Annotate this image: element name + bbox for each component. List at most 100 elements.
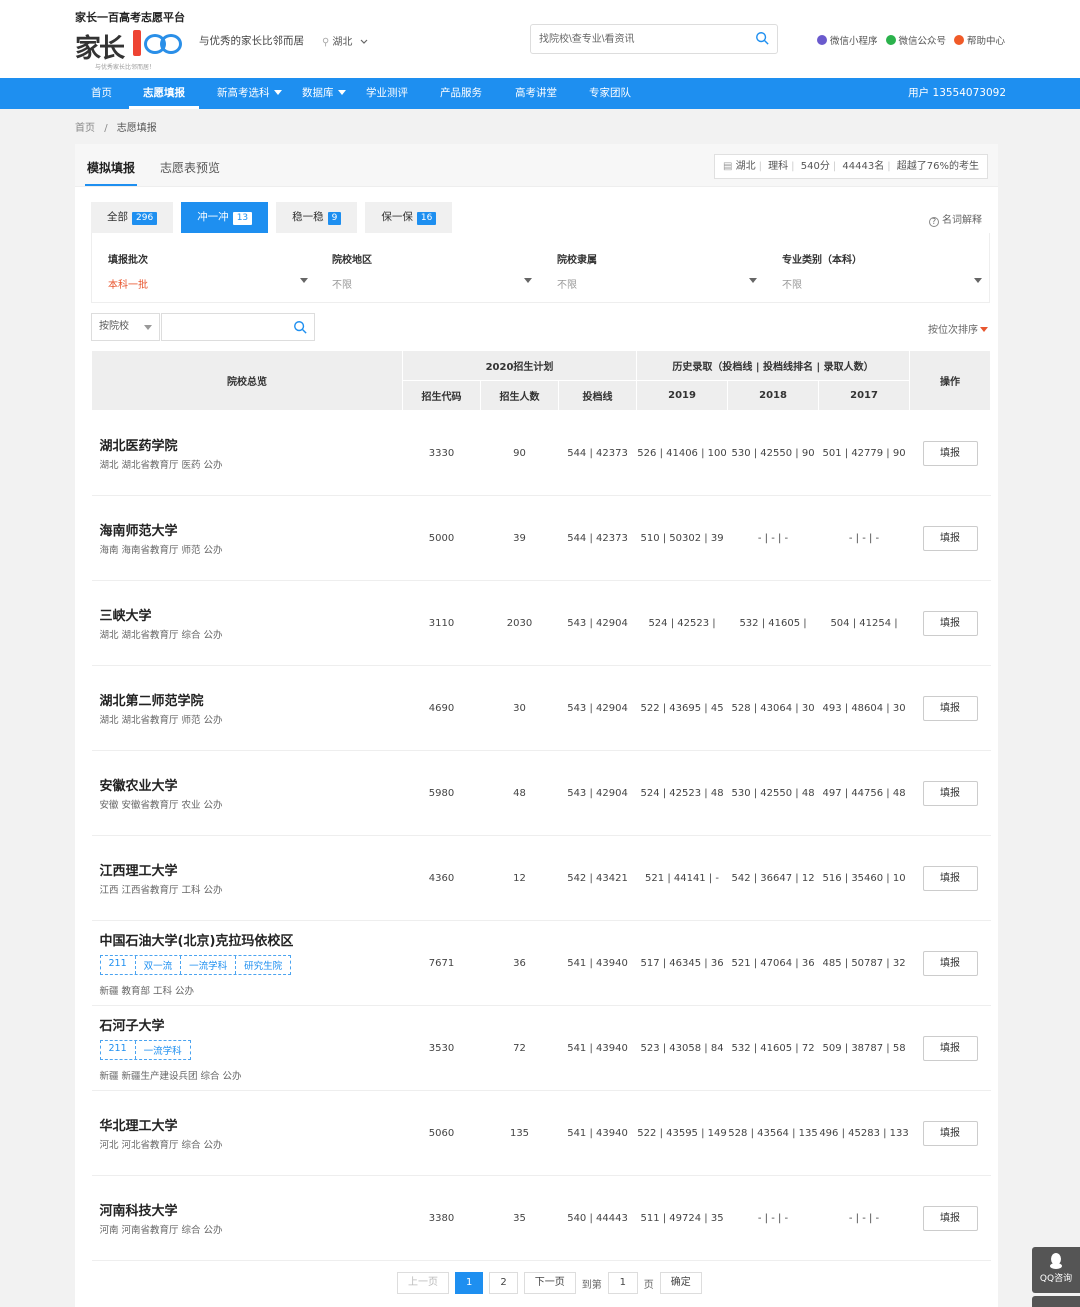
school-search-input[interactable]: [161, 313, 315, 341]
nav-item-products[interactable]: 产品服务: [440, 78, 482, 109]
search-icon[interactable]: [293, 320, 307, 334]
help-center-link[interactable]: 帮助中心: [954, 33, 1005, 47]
info-subject: 理科: [768, 161, 789, 172]
caret-down-icon: [524, 278, 532, 283]
prev-page-button[interactable]: 上一页: [397, 1272, 449, 1294]
action-cell: 填报: [909, 495, 991, 581]
location-selector[interactable]: ⚲ 湖北: [322, 33, 368, 48]
fill-button[interactable]: 填报: [922, 695, 978, 721]
school-cell: 三峡大学 湖北 湖北省教育厅 综合 公办: [91, 580, 403, 666]
goto-page-input[interactable]: 1: [607, 1272, 638, 1294]
glossary-link[interactable]: ? 名词解释: [929, 211, 982, 227]
school-meta: 新疆 教育部 工科 公办: [99, 985, 195, 997]
enroll-count: 2030: [480, 580, 559, 666]
qq-consult-button[interactable]: QQ咨询: [1032, 1247, 1080, 1293]
history-2017: 485 | 50787 | 32: [818, 920, 910, 1006]
user-account[interactable]: 用户 13554073092: [908, 78, 1006, 109]
filter-tab-safe[interactable]: 保一保 16: [365, 202, 453, 233]
nav-item-lectures[interactable]: 高考讲堂: [515, 78, 557, 109]
side-widget[interactable]: [1032, 1296, 1080, 1307]
school-cell: 中国石油大学(北京)克拉玛依校区 211 双一流 一流学科 研究生院新疆 教育部 工科 …: [91, 920, 403, 1006]
school-name[interactable]: 江西理工大学: [100, 860, 403, 879]
caret-down-icon: [749, 278, 757, 283]
school-name[interactable]: 河南科技大学: [100, 1200, 403, 1219]
fill-button[interactable]: 填报: [922, 950, 978, 976]
filter-batch[interactable]: 填报批次 本科一批: [108, 251, 308, 291]
filter-region[interactable]: 院校地区 不限: [332, 251, 532, 291]
school-name[interactable]: 华北理工大学: [100, 1115, 403, 1134]
school-name[interactable]: 安徽农业大学: [100, 775, 403, 794]
school-name[interactable]: 海南师范大学: [100, 520, 403, 539]
history-2019: 524 | 42523 |: [636, 580, 728, 666]
history-2018: 542 | 36647 | 12: [727, 835, 819, 921]
school-name[interactable]: 三峡大学: [100, 605, 403, 624]
nav-item-assessment[interactable]: 学业测评: [366, 78, 408, 109]
search-type-select[interactable]: 按院校: [91, 313, 160, 341]
filter-tab-label: 保一保: [381, 211, 413, 223]
enroll-code: 5980: [402, 750, 481, 836]
table-row: 安徽农业大学 安徽 安徽省教育厅 农业 公办 5980 48 543 | 42904 52…: [91, 750, 991, 836]
breadcrumb-home[interactable]: 首页: [75, 123, 95, 134]
history-2018: 530 | 42550 | 90: [727, 410, 819, 496]
history-2017: 509 | 38787 | 58: [818, 1005, 910, 1091]
fill-button[interactable]: 填报: [922, 440, 978, 466]
glossary-label: 名词解释: [942, 215, 982, 226]
nav-item-subject-selection[interactable]: 新高考选科: [217, 78, 282, 109]
fill-button[interactable]: 填报: [922, 865, 978, 891]
next-page-button[interactable]: 下一页: [523, 1272, 576, 1294]
school-tags: 211 双一流 一流学科 研究生院: [99, 954, 292, 975]
goto-label: 到第: [581, 1279, 602, 1291]
nav-item-experts[interactable]: 专家团队: [589, 78, 631, 109]
filter-tab-all[interactable]: 全部 296: [91, 202, 174, 233]
header-count: 招生人数: [480, 380, 559, 411]
school-name[interactable]: 湖北第二师范学院: [100, 690, 403, 709]
admission-line: 544 | 42373: [558, 410, 637, 496]
fill-button[interactable]: 填报: [922, 1205, 978, 1231]
filter-major-category[interactable]: 专业类别（本科） 不限: [782, 251, 982, 291]
history-2018: 528 | 43564 | 135: [727, 1090, 819, 1176]
school-tag: 研究生院: [244, 960, 283, 972]
caret-down-icon: [980, 327, 988, 332]
mini-program-link[interactable]: 微信小程序: [817, 33, 878, 47]
tab-preview[interactable]: 志愿表预览: [160, 159, 220, 176]
school-cell: 河南科技大学 河南 河南省教育厅 综合 公办: [91, 1175, 403, 1261]
enroll-code: 3330: [402, 410, 481, 496]
logo[interactable]: 家长 与优秀家长比邻而居！: [75, 26, 185, 71]
caret-down-icon: [144, 325, 152, 330]
nav-item-volunteer[interactable]: 志愿填报: [129, 78, 199, 109]
history-2018: - | - | -: [727, 1175, 819, 1261]
fill-button[interactable]: 填报: [922, 610, 978, 636]
page-1-button[interactable]: 1: [455, 1272, 484, 1294]
goto-confirm-button[interactable]: 确定: [659, 1272, 702, 1294]
school-tags: 211 一流学科: [99, 1039, 191, 1060]
wechat-official-label: 微信公众号: [898, 36, 947, 47]
fill-button[interactable]: 填报: [922, 1035, 978, 1061]
school-name[interactable]: 湖北医药学院: [100, 435, 403, 454]
rank-sort-toggle[interactable]: 按位次排序: [928, 321, 988, 336]
caret-down-icon: [974, 278, 982, 283]
fill-button[interactable]: 填报: [922, 1120, 978, 1146]
wechat-official-link[interactable]: 微信公众号: [885, 33, 947, 47]
page-2-button[interactable]: 2: [489, 1272, 518, 1294]
search-input[interactable]: [531, 25, 741, 53]
nav-item-home[interactable]: 首页: [91, 78, 112, 109]
history-2017: 516 | 35460 | 10: [818, 835, 910, 921]
filter-tab-match[interactable]: 稳一稳 9: [276, 202, 358, 233]
fill-button[interactable]: 填报: [922, 780, 978, 806]
school-name[interactable]: 石河子大学: [100, 1015, 403, 1034]
enroll-code: 3530: [402, 1005, 481, 1091]
action-cell: 填报: [909, 410, 991, 496]
search-icon[interactable]: [755, 31, 769, 45]
filter-tab-reach[interactable]: 冲一冲 13: [181, 202, 269, 233]
history-2018: 521 | 47064 | 36: [727, 920, 819, 1006]
header-2019: 2019: [636, 380, 729, 411]
filter-affiliation[interactable]: 院校隶属 不限: [557, 251, 757, 291]
school-name[interactable]: 中国石油大学(北京)克拉玛依校区: [100, 930, 403, 949]
tab-simulate[interactable]: 模拟填报: [84, 159, 138, 186]
enroll-count: 12: [480, 835, 559, 921]
history-2019: 526 | 41406 | 100: [636, 410, 728, 496]
action-cell: 填报: [909, 1175, 991, 1261]
nav-item-database[interactable]: 数据库: [302, 78, 346, 109]
fill-button[interactable]: 填报: [922, 525, 978, 551]
table-row: 石河子大学 211 一流学科 新疆 新疆生产建设兵团 综合 公办 3530 72 541 |…: [91, 1005, 991, 1091]
